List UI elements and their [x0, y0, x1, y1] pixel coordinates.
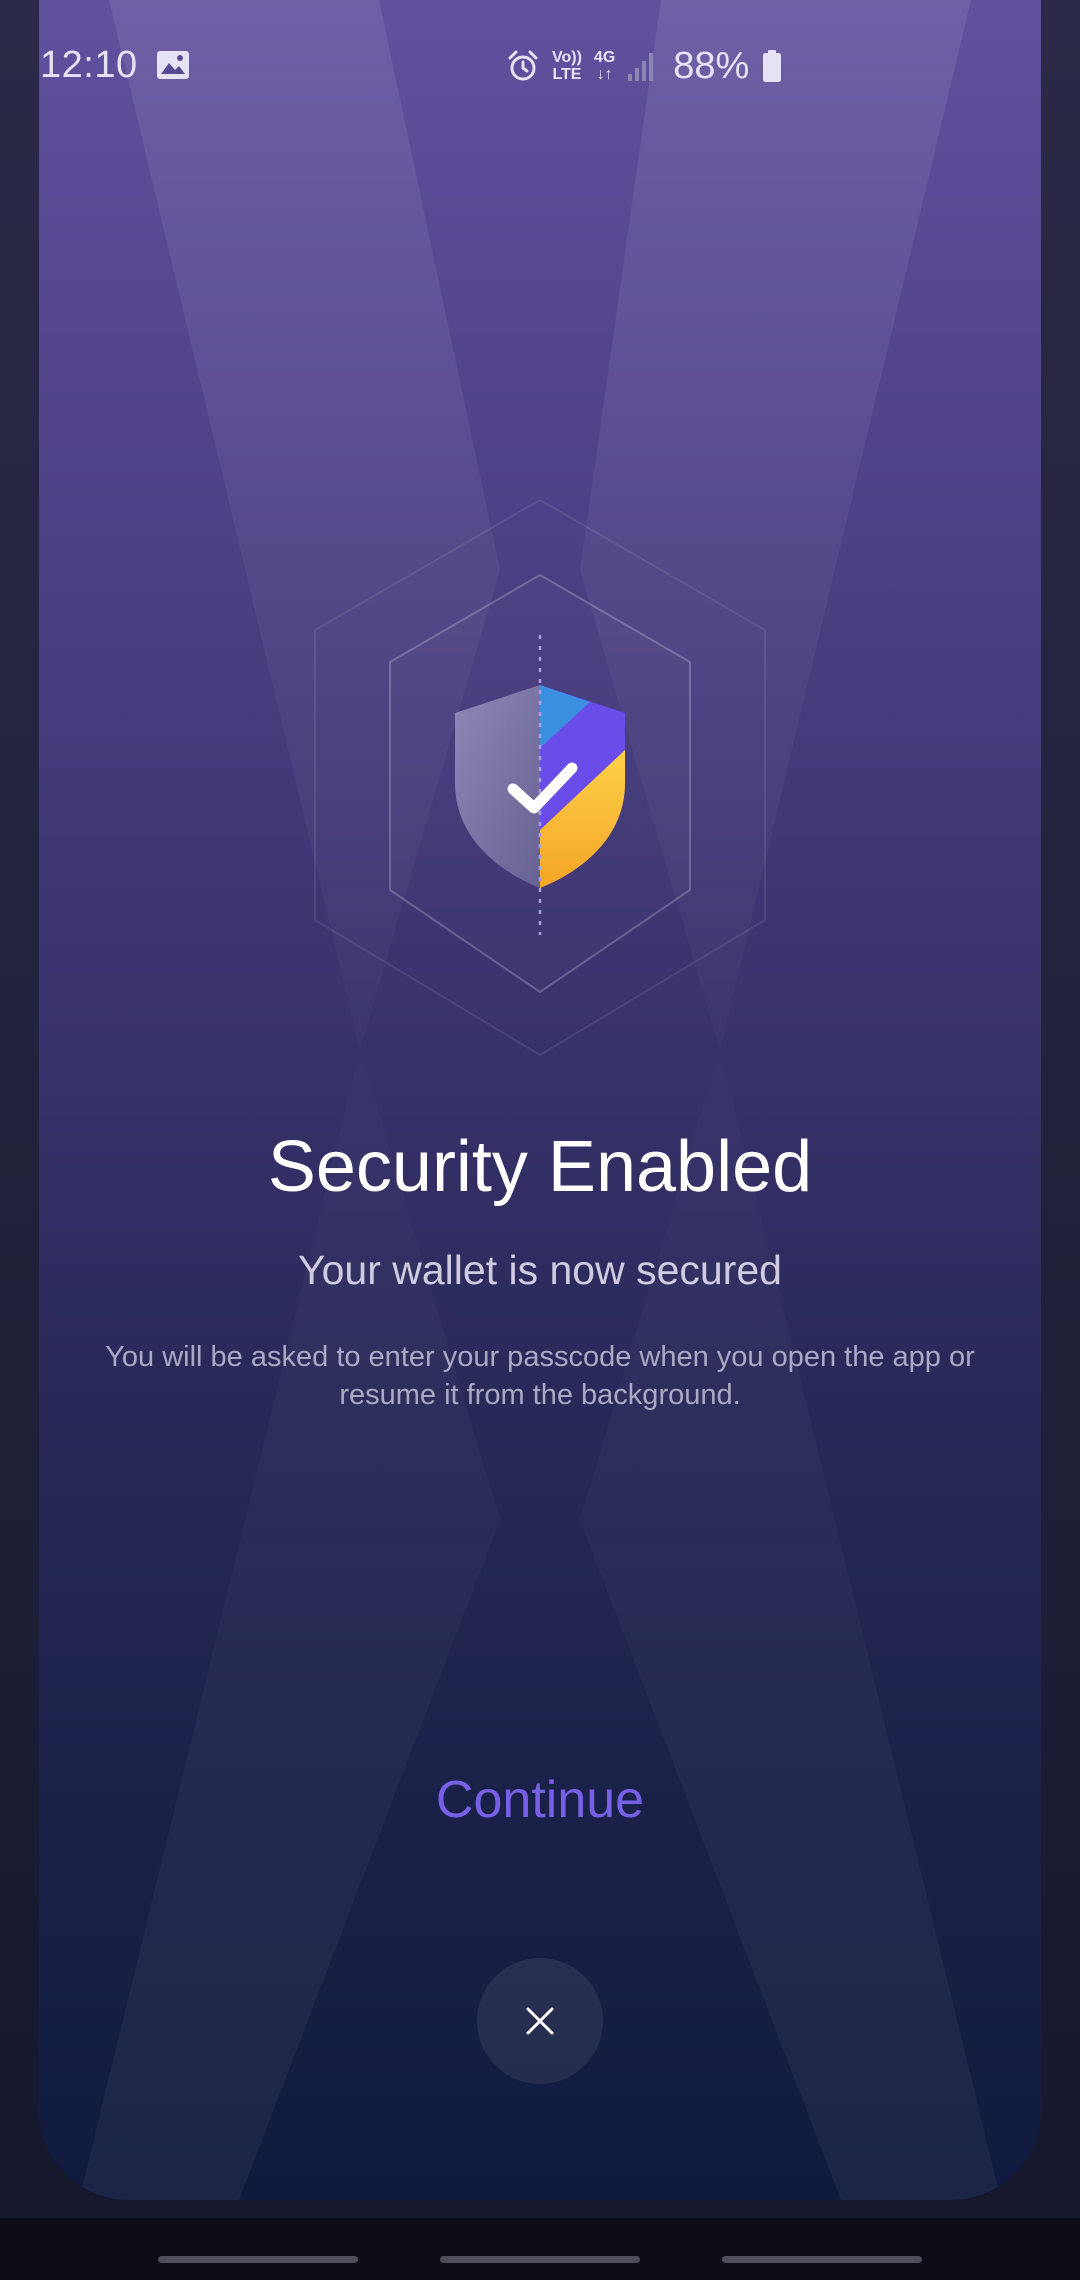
battery-icon	[763, 50, 782, 82]
page-title: Security Enabled	[267, 1127, 813, 1207]
network-indicator: 4G ↓↑	[594, 49, 615, 83]
security-description: You will be asked to enter your passcode…	[105, 1341, 975, 1411]
continue-button[interactable]: Continue	[340, 1765, 740, 1835]
shield-check-icon	[314, 500, 766, 1056]
app-screen: 12:10 Vo)) LTE 4G ↓↑ 88% Security Enable…	[0, 0, 1080, 2280]
nav-recents-handle[interactable]	[158, 2256, 358, 2263]
data-activity-icon: ↓↑	[596, 66, 613, 83]
alarm-icon	[508, 50, 538, 81]
light-beams	[79, 0, 1001, 2200]
status-time: 12:10	[40, 44, 138, 86]
status-icons: Vo)) LTE 4G ↓↑ 88%	[506, 44, 783, 88]
nav-back-handle[interactable]	[722, 2256, 922, 2263]
volte-indicator: Vo)) LTE	[552, 49, 582, 83]
close-icon	[526, 2007, 554, 2035]
nav-home-handle[interactable]	[440, 2256, 640, 2263]
navigation-bar	[0, 2218, 1080, 2280]
battery-percentage: 88%	[673, 44, 750, 87]
signal-icon	[628, 53, 654, 81]
status-bar: 12:10 Vo)) LTE 4G ↓↑ 88%	[0, 0, 1080, 130]
security-card	[39, 0, 1041, 2200]
close-button[interactable]	[477, 1958, 603, 2084]
page-subtitle: Your wallet is now secured	[298, 1247, 782, 1293]
volte-top-label: Vo))	[552, 49, 582, 66]
image-icon	[157, 51, 189, 79]
network-type-label: 4G	[593, 49, 616, 66]
volte-bottom-label: LTE	[552, 66, 582, 83]
